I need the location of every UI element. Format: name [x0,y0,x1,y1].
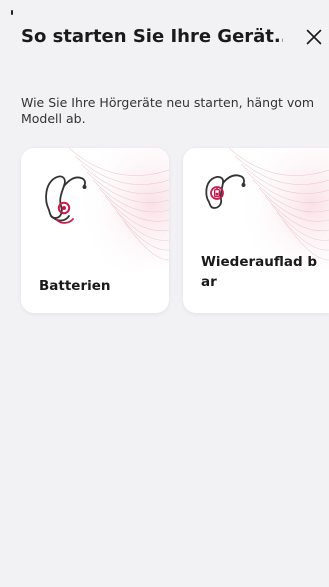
option-card-batteries[interactable]: Batterien [21,148,169,313]
option-label-rechargeable: Wiederauflad bar [201,254,318,290]
option-label-batteries: Batterien [39,278,111,294]
intro-text: Wie Sie Ihre Hörgeräte neu starten, häng… [21,95,315,126]
page-title: So starten Sie Ihre Gerät... [21,26,283,47]
restart-guide-screen: So starten Sie Ihre Gerät... Wie Sie Ihr… [0,0,329,587]
option-card-rechargeable[interactable]: Wiederauflad bar [183,148,329,313]
status-bar-indicator [11,10,13,15]
battery-hearing-aid-icon [45,175,87,224]
close-icon [306,29,322,45]
rechargeable-hearing-aid-icon [205,174,246,209]
close-button[interactable] [303,26,325,48]
